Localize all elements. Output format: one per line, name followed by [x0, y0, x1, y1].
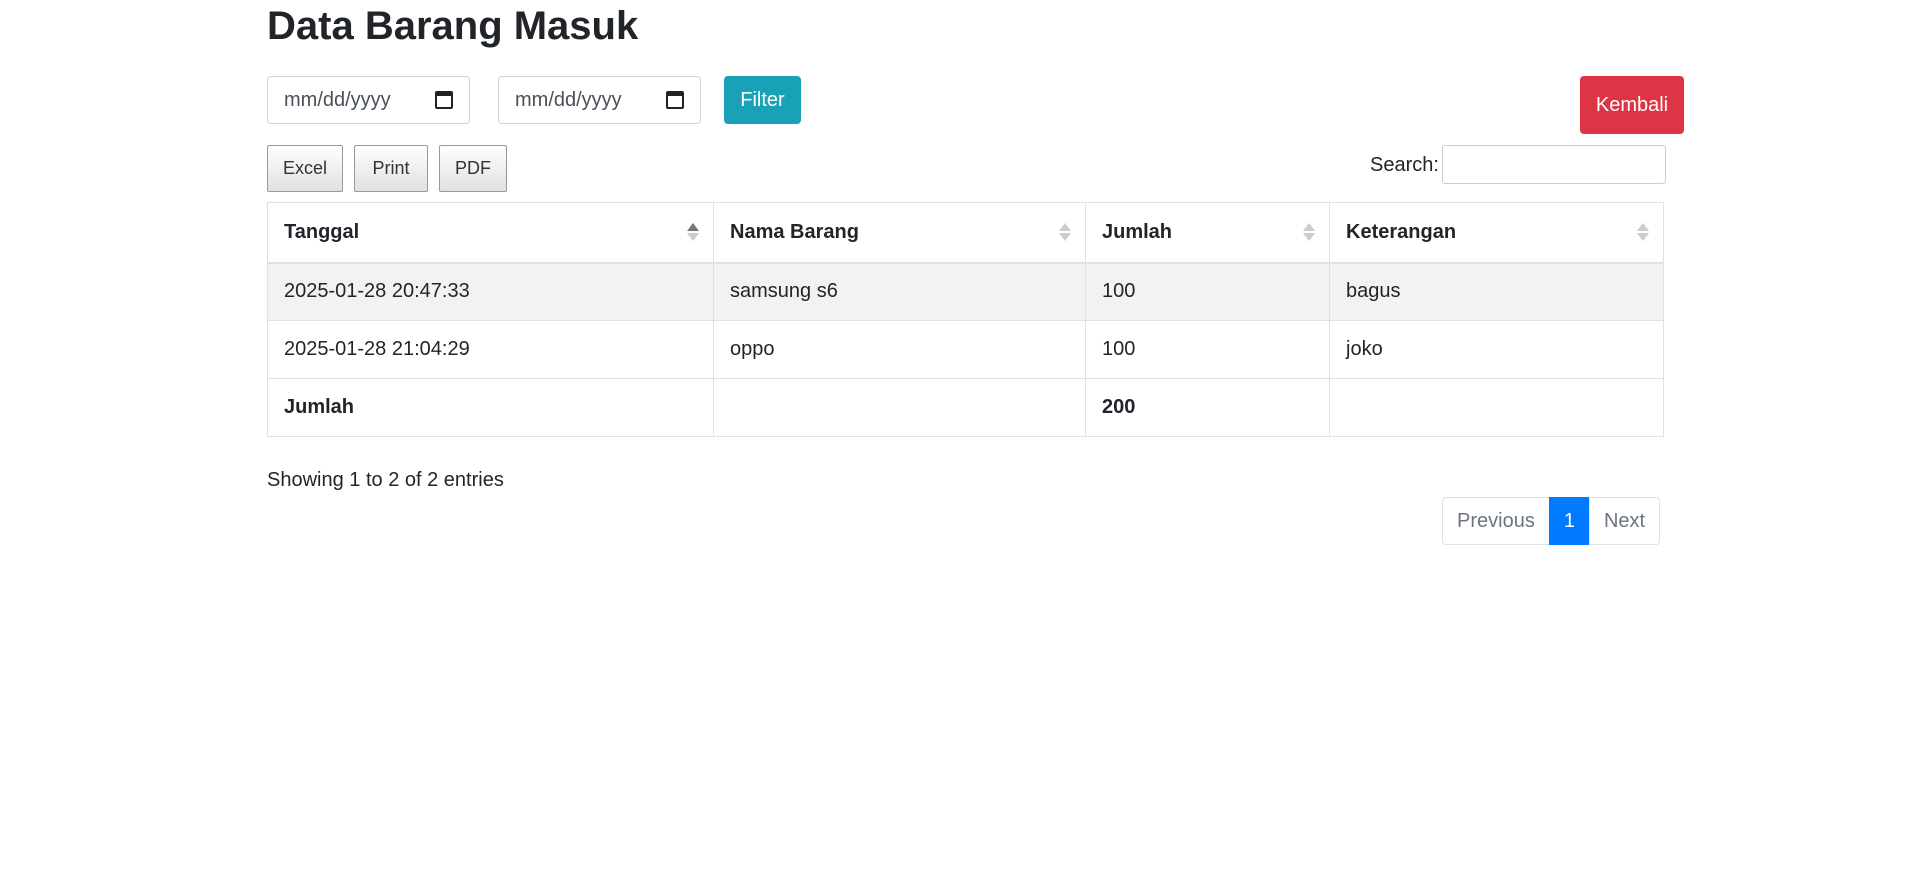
- search-label: Search:: [1370, 154, 1439, 176]
- table-header-row: Tanggal Nama Barang Jumlah Keterangan: [267, 202, 1664, 264]
- cell-tanggal: 2025-01-28 20:47:33: [267, 262, 714, 321]
- cell-tanggal: 2025-01-28 21:04:29: [267, 320, 714, 379]
- table-row: 2025-01-28 21:04:29 oppo 100 joko: [267, 320, 1664, 379]
- footer-label: Jumlah: [267, 378, 714, 437]
- calendar-icon[interactable]: [666, 91, 684, 109]
- previous-page-button[interactable]: Previous: [1442, 497, 1550, 545]
- table-footer-row: Jumlah 200: [267, 378, 1664, 437]
- footer-empty: [713, 378, 1086, 437]
- column-header-tanggal[interactable]: Tanggal: [267, 202, 714, 264]
- date-to-input[interactable]: mm/dd/yyyy: [498, 76, 701, 124]
- column-header-keterangan[interactable]: Keterangan: [1329, 202, 1664, 264]
- calendar-icon[interactable]: [435, 91, 453, 109]
- page-title: Data Barang Masuk: [267, 4, 639, 48]
- cell-jumlah: 100: [1085, 320, 1330, 379]
- date-from-placeholder: mm/dd/yyyy: [284, 88, 391, 111]
- search-input[interactable]: [1442, 145, 1666, 184]
- print-button[interactable]: Print: [354, 145, 428, 192]
- cell-keterangan: bagus: [1329, 262, 1664, 321]
- page-1-button[interactable]: 1: [1548, 497, 1590, 545]
- cell-keterangan: joko: [1329, 320, 1664, 379]
- sort-icon: [1303, 223, 1315, 242]
- footer-total: 200: [1085, 378, 1330, 437]
- cell-nama-barang: samsung s6: [713, 262, 1086, 321]
- sort-icon: [1059, 223, 1071, 242]
- table-row: 2025-01-28 20:47:33 samsung s6 100 bagus: [267, 262, 1664, 321]
- column-header-jumlah[interactable]: Jumlah: [1085, 202, 1330, 264]
- cell-nama-barang: oppo: [713, 320, 1086, 379]
- next-page-button[interactable]: Next: [1588, 497, 1661, 545]
- column-header-nama-barang[interactable]: Nama Barang: [713, 202, 1086, 264]
- data-table: Tanggal Nama Barang Jumlah Keterangan 20…: [267, 202, 1664, 437]
- date-to-placeholder: mm/dd/yyyy: [515, 88, 622, 111]
- footer-empty: [1329, 378, 1664, 437]
- sort-ascending-icon: [687, 223, 699, 242]
- date-from-input[interactable]: mm/dd/yyyy: [267, 76, 470, 124]
- back-button[interactable]: Kembali: [1580, 76, 1684, 134]
- filter-button[interactable]: Filter: [724, 76, 801, 124]
- pagination: Previous 1 Next: [1442, 497, 1661, 545]
- pdf-button[interactable]: PDF: [439, 145, 507, 192]
- cell-jumlah: 100: [1085, 262, 1330, 321]
- excel-button[interactable]: Excel: [267, 145, 343, 192]
- table-info: Showing 1 to 2 of 2 entries: [267, 469, 504, 491]
- sort-icon: [1637, 223, 1649, 242]
